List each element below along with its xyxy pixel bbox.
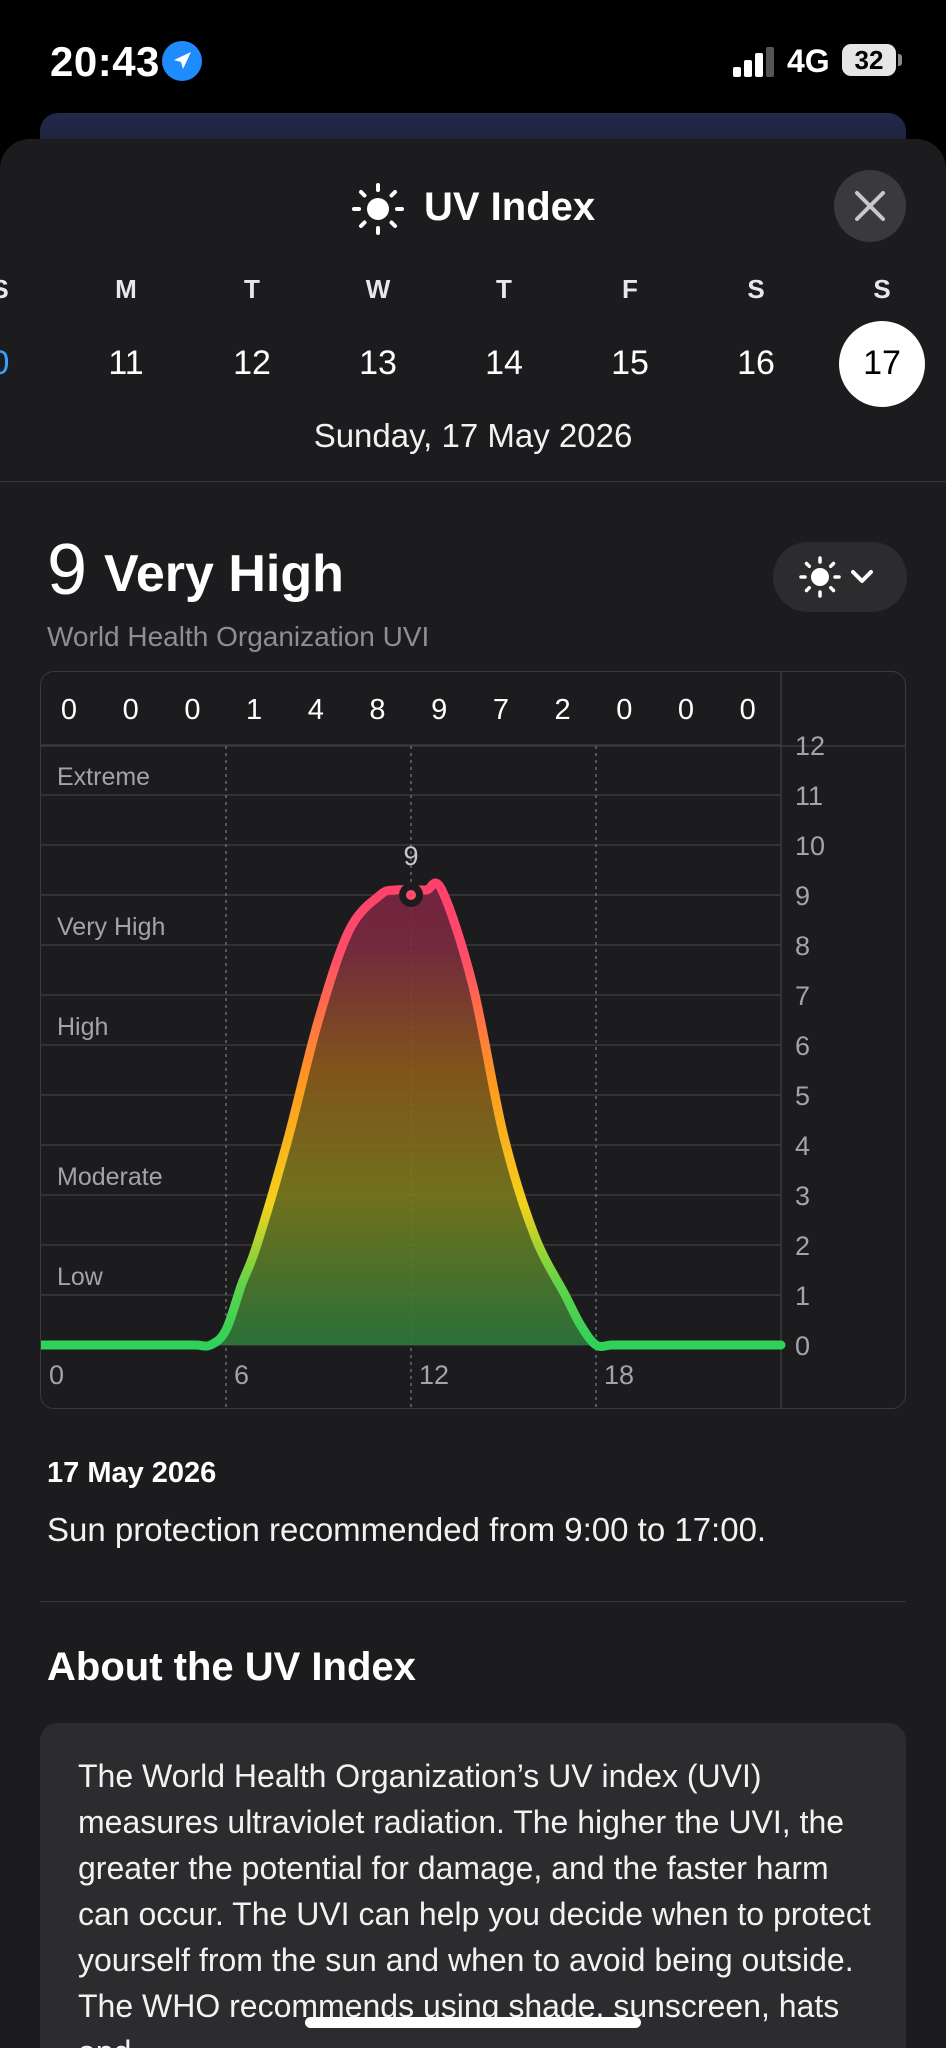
sun-icon (799, 556, 841, 598)
screen: 20:43 4G 32 UV Index M 11 T 12 W 13 T 14… (0, 0, 946, 2048)
sheet-title: UV Index (424, 185, 596, 229)
home-indicator[interactable] (305, 2017, 641, 2028)
protection-date: 17 May 2026 (47, 1457, 217, 1489)
y-tick-label: 0 (795, 1331, 810, 1361)
day-name: S (747, 274, 765, 304)
day-date: 11 (108, 344, 144, 382)
day-name: S (0, 274, 45, 305)
day-date: 12 (233, 344, 271, 382)
uv-area-fill (41, 882, 781, 1347)
hourly-uv-value: 0 (616, 694, 632, 726)
about-title: About the UV Index (47, 1645, 416, 1689)
day-date: 0 (0, 344, 45, 383)
hourly-uv-value: 8 (369, 694, 385, 726)
x-tick-label: 18 (604, 1360, 634, 1390)
view-menu-button[interactable] (773, 542, 907, 612)
battery-icon: 32 (842, 44, 896, 76)
y-tick-label: 3 (795, 1181, 810, 1211)
hourly-uv-value: 0 (123, 694, 139, 726)
about-text: The World Health Organization’s UV index… (78, 1758, 871, 2048)
network-label: 4G (787, 43, 830, 79)
uv-chart-svg: LowModerateHighVery HighExtreme012345678… (41, 672, 905, 1408)
selected-date-label: Sunday, 17 May 2026 (313, 417, 633, 454)
uv-chart: Low Moderate High Very High Extreme 0 1 2 3 4 5 6 7 8… (40, 671, 906, 1409)
band-label: Very High (57, 913, 165, 941)
uv-index-sheet: UV Index S 0 M 11 T 12 W 13 (0, 139, 946, 2048)
day-date: 14 (485, 344, 523, 382)
band-label: High (57, 1013, 108, 1041)
day-name: W (365, 274, 391, 304)
peak-label: 9 (403, 841, 418, 871)
hourly-uv-value: 1 (246, 694, 262, 726)
hourly-uv-value: 0 (678, 694, 694, 726)
day-date: 13 (359, 344, 397, 382)
x-tick-label: 0 (49, 1360, 64, 1390)
day-date: 16 (737, 344, 775, 382)
day-name: S (873, 274, 891, 304)
battery-cap (898, 54, 902, 66)
y-tick-label: 11 (795, 781, 823, 811)
divider (0, 481, 946, 482)
band-label: Extreme (57, 763, 150, 791)
peak-marker-dot (406, 890, 416, 900)
hourly-uv-value: 0 (184, 694, 200, 726)
about-card: The World Health Organization’s UV index… (40, 1723, 906, 2048)
y-tick-label: 2 (795, 1231, 810, 1261)
status-time: 20:43 (50, 38, 160, 85)
band-label: Low (57, 1263, 104, 1291)
day-date: 15 (611, 344, 649, 382)
day-name: T (244, 274, 260, 304)
day-name: M (115, 274, 137, 304)
y-tick-label: 6 (795, 1031, 810, 1061)
day-date: 17 (863, 344, 901, 382)
hourly-uv-value: 7 (493, 694, 509, 726)
y-tick-label: 9 (795, 881, 810, 911)
chevron-down-icon (851, 570, 873, 583)
y-tick-label: 7 (795, 981, 810, 1011)
x-tick-label: 12 (419, 1360, 449, 1390)
hourly-uv-value: 2 (555, 694, 571, 726)
uv-source-label: World Health Organization UVI (47, 621, 430, 652)
divider (40, 1601, 906, 1602)
y-tick-label: 4 (795, 1131, 810, 1161)
protection-text: Sun protection recommended from 9:00 to … (47, 1511, 767, 1548)
hourly-uv-value: 0 (61, 694, 77, 726)
uv-category: Very High (104, 545, 344, 603)
signal-icon (733, 47, 775, 77)
y-tick-label: 8 (795, 931, 810, 961)
hourly-uv-value: 4 (308, 694, 324, 726)
band-label: Moderate (57, 1163, 163, 1191)
sheet-header: UV Index (0, 179, 946, 239)
day-name: F (622, 274, 638, 304)
location-arrow-icon (162, 41, 202, 81)
y-tick-label: 12 (795, 731, 825, 761)
sun-icon (350, 181, 406, 237)
hourly-uv-value: 9 (431, 694, 447, 726)
uv-value: 9 (47, 530, 88, 610)
y-tick-label: 5 (795, 1081, 810, 1111)
status-bar: 20:43 4G 32 (0, 0, 946, 115)
day-name: T (496, 274, 512, 304)
y-tick-label: 10 (795, 831, 825, 861)
hourly-uv-value: 0 (740, 694, 756, 726)
close-button[interactable] (834, 170, 906, 242)
y-tick-label: 1 (795, 1281, 810, 1311)
close-icon (855, 191, 885, 221)
x-tick-label: 6 (234, 1360, 249, 1390)
